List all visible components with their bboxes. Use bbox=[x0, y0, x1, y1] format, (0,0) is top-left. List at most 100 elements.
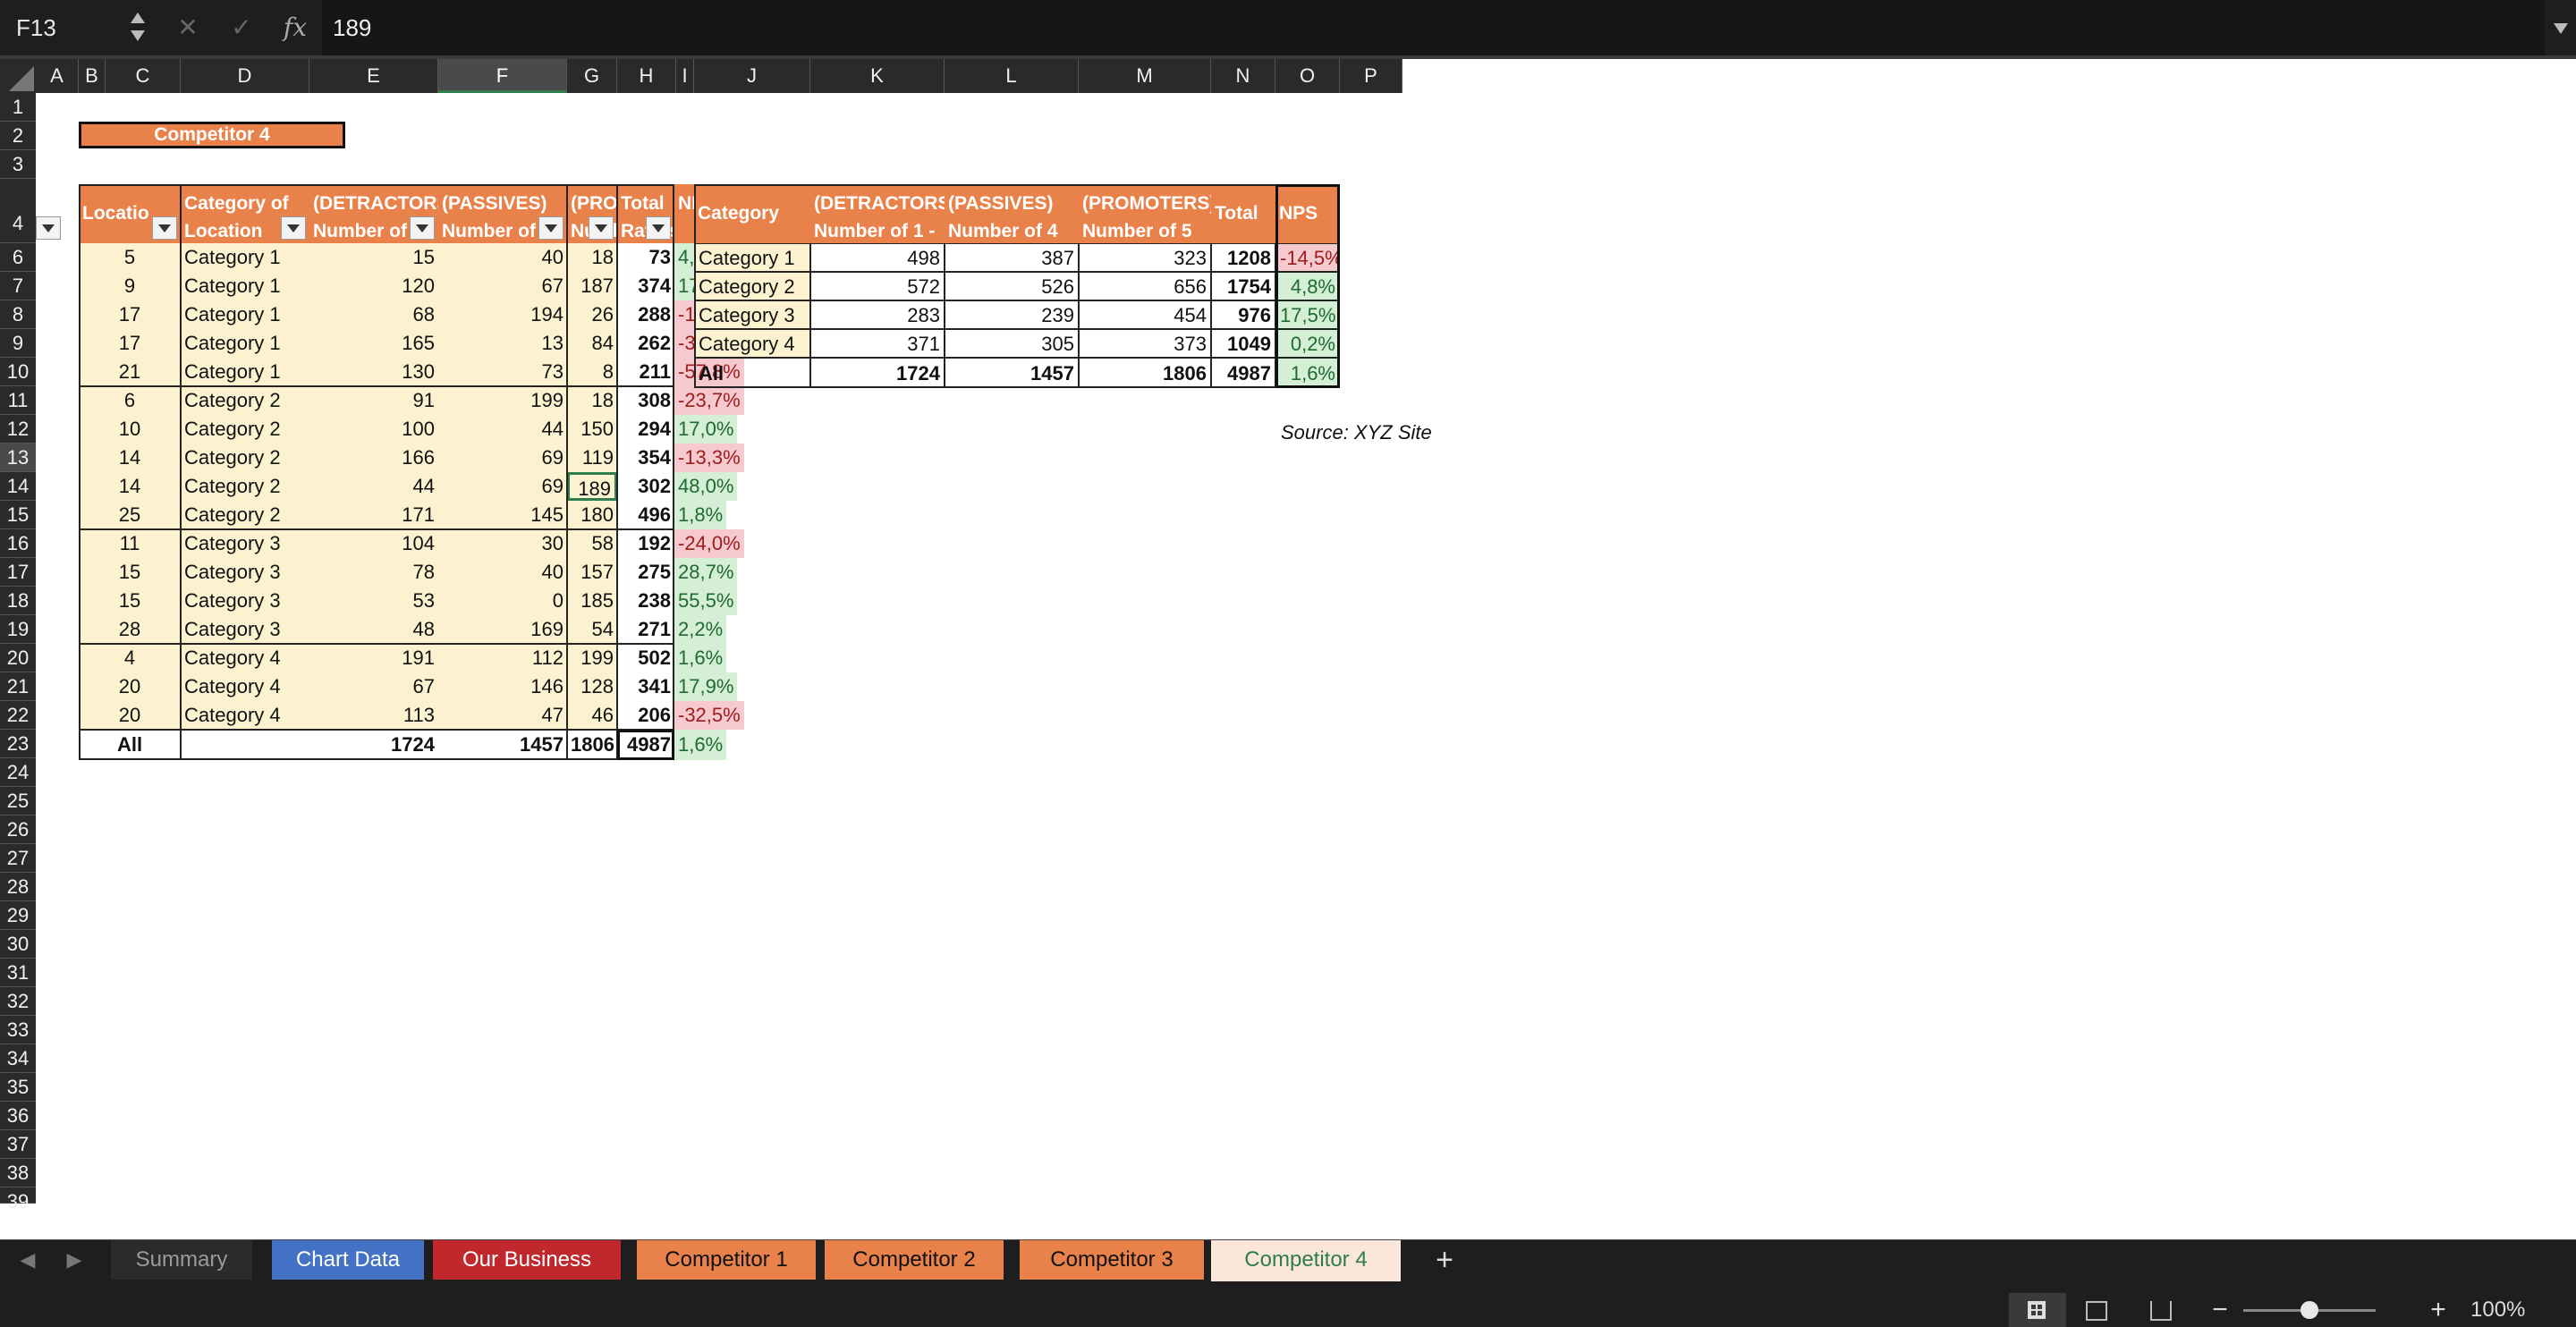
table-cell[interactable]: 199 bbox=[438, 386, 567, 415]
confirm-icon[interactable]: ✓ bbox=[224, 9, 259, 46]
table-cell[interactable]: Category 2 bbox=[181, 501, 309, 529]
zoom-level[interactable]: 100% bbox=[2470, 1293, 2533, 1327]
table-cell[interactable]: Category 4 bbox=[181, 672, 309, 701]
table-cell[interactable]: 9 bbox=[79, 272, 181, 300]
table-cell[interactable]: 2,2% bbox=[674, 615, 727, 644]
table-cell[interactable]: 496 bbox=[617, 501, 674, 529]
table-cell[interactable]: -24,0% bbox=[674, 529, 744, 558]
table-cell[interactable]: 20 bbox=[79, 672, 181, 701]
column-header-d[interactable]: D bbox=[181, 59, 309, 93]
table-cell[interactable]: 211 bbox=[617, 358, 674, 386]
column-header-n[interactable]: N bbox=[1211, 59, 1275, 93]
table-cell[interactable]: 5 bbox=[79, 243, 181, 272]
expand-formula-icon[interactable] bbox=[2545, 0, 2576, 55]
worksheet-grid[interactable]: Competitor 4 Source: XYZ Site Locatio Cat… bbox=[36, 93, 2576, 1239]
table-cell[interactable]: 302 bbox=[617, 472, 674, 501]
table-cell[interactable]: 502 bbox=[617, 644, 674, 672]
table-cell[interactable]: 120 bbox=[309, 272, 438, 300]
table-cell[interactable]: 119 bbox=[567, 444, 617, 472]
table-cell[interactable]: 169 bbox=[438, 615, 567, 644]
selected-cell[interactable]: 189 bbox=[567, 472, 617, 501]
row-header-20[interactable]: 20 bbox=[0, 644, 36, 672]
chevron-down-icon[interactable] bbox=[131, 30, 145, 41]
total-cell[interactable]: 1724 bbox=[309, 730, 438, 760]
filter-dropdown-icon[interactable] bbox=[538, 216, 564, 240]
sheet-tab[interactable]: Chart Data bbox=[272, 1240, 424, 1280]
table-cell[interactable]: 112 bbox=[438, 644, 567, 672]
table-cell[interactable]: Category 3 bbox=[181, 529, 309, 558]
table-cell[interactable]: Category 1 bbox=[181, 329, 309, 358]
row-header-15[interactable]: 15 bbox=[0, 501, 36, 529]
row-header-8[interactable]: 8 bbox=[0, 300, 36, 329]
row-header-34[interactable]: 34 bbox=[0, 1044, 36, 1073]
row-header-36[interactable]: 36 bbox=[0, 1102, 36, 1130]
table-cell[interactable]: 44 bbox=[438, 415, 567, 444]
table-cell[interactable]: 47 bbox=[438, 701, 567, 730]
table-cell[interactable]: 10 bbox=[79, 415, 181, 444]
row-header-18[interactable]: 18 bbox=[0, 587, 36, 615]
table-cell[interactable]: Category 3 bbox=[181, 587, 309, 615]
table-cell[interactable]: 308 bbox=[617, 386, 674, 415]
table-cell[interactable]: 1208 bbox=[1211, 243, 1275, 272]
total-cell[interactable]: All bbox=[694, 358, 810, 388]
table-cell[interactable]: 185 bbox=[567, 587, 617, 615]
table-cell[interactable]: 17 bbox=[79, 329, 181, 358]
total-cell[interactable]: 1724 bbox=[810, 358, 945, 388]
table-cell[interactable]: 48 bbox=[309, 615, 438, 644]
table-cell[interactable]: 283 bbox=[810, 300, 945, 329]
row-header-4[interactable]: 4 bbox=[0, 179, 36, 243]
table-cell[interactable]: 323 bbox=[1079, 243, 1211, 272]
row-header-16[interactable]: 16 bbox=[0, 529, 36, 558]
filter-dropdown-icon[interactable] bbox=[646, 216, 671, 240]
formula-input[interactable]: 189 bbox=[322, 0, 2545, 55]
table-cell[interactable]: 288 bbox=[617, 300, 674, 329]
row-header-29[interactable]: 29 bbox=[0, 901, 36, 930]
row-header-39[interactable]: 39 bbox=[0, 1188, 36, 1213]
table-cell[interactable]: 11 bbox=[79, 529, 181, 558]
table-cell[interactable]: 262 bbox=[617, 329, 674, 358]
table-cell[interactable]: 171 bbox=[309, 501, 438, 529]
filter-dropdown-icon[interactable] bbox=[281, 216, 306, 240]
table-cell[interactable]: 69 bbox=[438, 472, 567, 501]
column-header-i[interactable]: I bbox=[676, 59, 694, 93]
filter-dropdown-icon[interactable] bbox=[36, 216, 61, 240]
table-cell[interactable]: 68 bbox=[309, 300, 438, 329]
table-cell[interactable]: 58 bbox=[567, 529, 617, 558]
table-cell[interactable]: 157 bbox=[567, 558, 617, 587]
column-header-o[interactable]: O bbox=[1275, 59, 1340, 93]
table-cell[interactable]: Category 1 bbox=[181, 243, 309, 272]
table-cell[interactable]: -13,3% bbox=[674, 444, 744, 472]
function-icon[interactable]: fx bbox=[277, 9, 313, 46]
add-sheet-button[interactable]: + bbox=[1422, 1240, 1467, 1280]
filter-dropdown-icon[interactable] bbox=[410, 216, 435, 240]
next-sheet-icon[interactable]: ▶ bbox=[63, 1240, 86, 1280]
table-cell[interactable]: 73 bbox=[617, 243, 674, 272]
sheet-tab[interactable]: Competitor 4 bbox=[1211, 1240, 1401, 1281]
table-cell[interactable]: 18 bbox=[567, 243, 617, 272]
table-cell[interactable]: Category 1 bbox=[181, 272, 309, 300]
sheet-tab[interactable]: Our Business bbox=[433, 1240, 621, 1280]
table-cell[interactable]: 28 bbox=[79, 615, 181, 644]
row-header-7[interactable]: 7 bbox=[0, 272, 36, 300]
table-cell[interactable]: 91 bbox=[309, 386, 438, 415]
table-cell[interactable]: 46 bbox=[567, 701, 617, 730]
table-cell[interactable]: Category 2 bbox=[181, 386, 309, 415]
total-cell[interactable]: 4987 bbox=[617, 730, 674, 760]
table-cell[interactable]: 40 bbox=[438, 243, 567, 272]
total-cell[interactable]: 1457 bbox=[945, 358, 1079, 388]
filter-dropdown-icon[interactable] bbox=[152, 216, 177, 240]
row-header-31[interactable]: 31 bbox=[0, 959, 36, 987]
column-header-b[interactable]: B bbox=[79, 59, 106, 93]
table-cell[interactable]: 25 bbox=[79, 501, 181, 529]
table-cell[interactable]: Category 4 bbox=[181, 644, 309, 672]
table-cell[interactable]: 4,8% bbox=[1275, 272, 1340, 300]
table-cell[interactable]: 15 bbox=[309, 243, 438, 272]
total-cell[interactable]: All bbox=[79, 730, 181, 760]
page-break-icon[interactable] bbox=[2150, 1301, 2172, 1321]
row-header-11[interactable]: 11 bbox=[0, 386, 36, 415]
total-cell[interactable]: 1806 bbox=[567, 730, 617, 760]
row-header-28[interactable]: 28 bbox=[0, 873, 36, 901]
table-cell[interactable]: 1049 bbox=[1211, 329, 1275, 358]
zoom-in-button[interactable]: + bbox=[2428, 1295, 2449, 1325]
table-cell[interactable]: 26 bbox=[567, 300, 617, 329]
